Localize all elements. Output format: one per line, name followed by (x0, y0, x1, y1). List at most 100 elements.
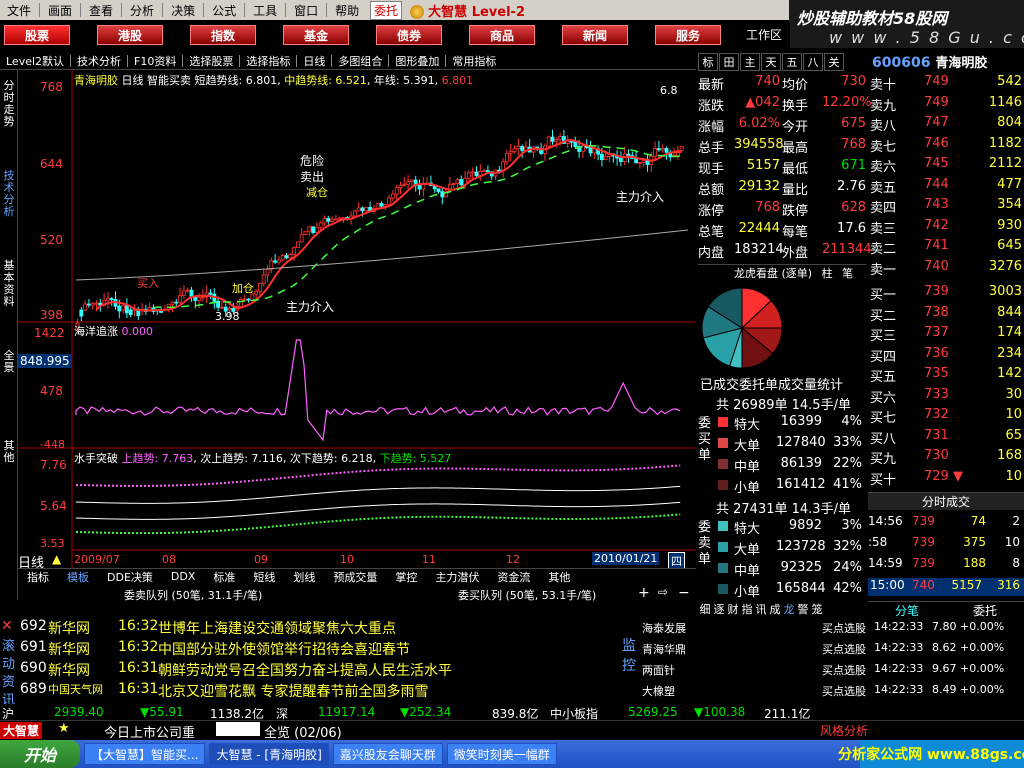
toolbar-overlay[interactable]: 图形叠加 (389, 53, 445, 69)
qtab-grid[interactable]: 田 (719, 53, 739, 71)
subtab-ticks[interactable]: 分笔 (868, 601, 946, 618)
buy-book-row[interactable]: 买七 732 10 (868, 407, 1024, 427)
sell-book-row[interactable]: 卖六 745 2112 (868, 156, 1024, 176)
taskbar-item[interactable]: 大智慧 - [青海明胶] (209, 743, 329, 765)
sell-book-row[interactable]: 卖一 740 3276 (868, 259, 1024, 279)
btab-short[interactable]: 短线 (244, 569, 284, 585)
toolbar-f10[interactable]: F10资料 (128, 53, 182, 69)
tab-news[interactable]: 新闻 (562, 25, 628, 45)
sell-book-row[interactable]: 卖七 746 1182 (868, 136, 1024, 156)
vtab-other[interactable]: 其他 (1, 440, 17, 464)
btab-dde[interactable]: DDE决策 (98, 569, 162, 585)
btab-draw[interactable]: 划线 (284, 569, 324, 585)
longhu-tab-stroke[interactable]: 笔 (842, 267, 853, 280)
buy-book-row[interactable]: 买九 730 168 (868, 448, 1024, 468)
menu-formula[interactable]: 公式 (205, 2, 243, 19)
news-title[interactable]: 北京又迎雪花飘 专家提醒春节前全国多雨雪 (158, 681, 428, 701)
btab-indicator[interactable]: 指标 (18, 569, 58, 585)
subtab-orders[interactable]: 委托 (946, 601, 1024, 618)
qtab-main[interactable]: 主 (740, 53, 760, 71)
work-area-button[interactable]: 工作区 (746, 26, 782, 43)
qtab-related[interactable]: 关 (824, 53, 844, 71)
sell-book-row[interactable]: 卖三 742 930 (868, 218, 1024, 238)
menu-view[interactable]: 查看 (82, 2, 120, 19)
qtab-day[interactable]: 天 (761, 53, 781, 71)
btab-money-flow[interactable]: 资金流 (488, 569, 539, 585)
taskbar-item[interactable]: 微笑时刻美一幅群 (446, 743, 557, 765)
order-button[interactable]: 委托 (370, 0, 403, 20)
sell-book-row[interactable]: 卖二 741 645 (868, 238, 1024, 258)
menu-help[interactable]: 帮助 (328, 2, 366, 19)
taskbar-item[interactable]: 嘉兴股友会聊天群 (332, 743, 443, 765)
menu-screen[interactable]: 画面 (41, 2, 79, 19)
btab-control[interactable]: 掌控 (386, 569, 426, 585)
alert-name[interactable]: 大橡塑 (642, 683, 675, 699)
dtab-dragon[interactable]: 龙 (782, 601, 796, 617)
toolbar-level2-default[interactable]: Level2默认 (0, 53, 70, 69)
toolbar-daily[interactable]: 日线 (297, 53, 331, 69)
menu-decision[interactable]: 决策 (164, 2, 202, 19)
start-button[interactable]: 开始 (0, 740, 80, 768)
buy-book-row[interactable]: 买八 731 65 (868, 428, 1024, 448)
dtab-finance[interactable]: 财 (726, 601, 740, 617)
dtab-detail[interactable]: 细 (698, 601, 712, 617)
qtab-five[interactable]: 五 (782, 53, 802, 71)
sell-book-row[interactable]: 卖五 744 477 (868, 177, 1024, 197)
tab-index[interactable]: 指数 (190, 25, 256, 45)
vtab-fundamentals[interactable]: 基本资料 (1, 260, 17, 308)
menu-tools[interactable]: 工具 (246, 2, 284, 19)
alert-name[interactable]: 海泰发展 (642, 620, 686, 636)
dtab-cage[interactable]: 笼 (810, 601, 824, 617)
toolbar-common-indicators[interactable]: 常用指标 (446, 53, 502, 69)
alert-name[interactable]: 青海华鼎 (642, 641, 686, 657)
candlestick-chart-area[interactable]: 青海明胶 日线 智能买卖 短趋势线: 6.801, 中趋势线: 6.521, 年… (18, 70, 696, 600)
btab-pre-volume[interactable]: 预成交量 (324, 569, 386, 585)
btab-template[interactable]: 模板 (58, 569, 98, 585)
sell-book-row[interactable]: 卖四 743 354 (868, 197, 1024, 217)
toolbar-select-stock[interactable]: 选择股票 (183, 53, 239, 69)
btab-main-lurk[interactable]: 主力潜伏 (426, 569, 488, 585)
dtab-news[interactable]: 讯 (754, 601, 768, 617)
dtab-deal[interactable]: 成 (768, 601, 782, 617)
btab-ddx[interactable]: DDX (162, 570, 204, 583)
buy-book-row[interactable]: 买二 738 844 (868, 305, 1024, 325)
news-title[interactable]: 中国部分驻外使领馆举行招待会喜迎春节 (158, 639, 410, 659)
menu-window[interactable]: 窗口 (287, 2, 325, 19)
tab-bonds[interactable]: 债券 (376, 25, 442, 45)
toolbar-select-indicator[interactable]: 选择指标 (240, 53, 296, 69)
toolbar-multi-chart[interactable]: 多图组合 (332, 53, 388, 69)
sell-book-row[interactable]: 卖九 749 1146 (868, 95, 1024, 115)
taskbar-item[interactable]: 【大智慧】智能买... (84, 743, 206, 765)
tab-services[interactable]: 服务 (655, 25, 721, 45)
sell-book-row[interactable]: 卖八 747 804 (868, 115, 1024, 135)
news-title[interactable]: 朝鲜劳动党号召全国努力奋斗提高人民生活水平 (158, 660, 452, 680)
buy-book-row[interactable]: 买十 729 ▼ 10 (868, 469, 1024, 489)
btab-standard[interactable]: 标准 (204, 569, 244, 585)
add-icon[interactable]: + (638, 585, 650, 601)
arrow-icon[interactable]: ⇨ (658, 585, 668, 599)
vtab-tech-analysis[interactable]: 技术分析 (1, 170, 17, 218)
minimize-icon[interactable]: − (678, 585, 690, 601)
qtab-mark[interactable]: 标 (698, 53, 718, 71)
dtab-index[interactable]: 指 (740, 601, 754, 617)
tab-commodities[interactable]: 商品 (469, 25, 535, 45)
tab-funds[interactable]: 基金 (283, 25, 349, 45)
buy-book-row[interactable]: 买一 739 3003 (868, 284, 1024, 304)
tab-stocks[interactable]: 股票 (4, 25, 70, 45)
btab-other[interactable]: 其他 (539, 569, 579, 585)
ticker-input[interactable] (216, 722, 260, 736)
vtab-intraday[interactable]: 分时走势 (1, 80, 17, 128)
toolbar-tech-analysis[interactable]: 技术分析 (71, 53, 127, 69)
buy-book-row[interactable]: 买六 733 30 (868, 387, 1024, 407)
dtab-each[interactable]: 逐 (712, 601, 726, 617)
vtab-panorama[interactable]: 全景 (1, 350, 17, 374)
dtab-alert[interactable]: 警 (796, 601, 810, 617)
news-title[interactable]: 世博年上海建设交通领域聚焦六大重点 (158, 618, 396, 638)
alert-name[interactable]: 两面针 (642, 662, 675, 678)
buy-book-row[interactable]: 买四 736 234 (868, 346, 1024, 366)
menu-file[interactable]: 文件 (0, 2, 38, 19)
news-close-icon[interactable]: ✕ (1, 618, 13, 634)
buy-book-row[interactable]: 买三 737 174 (868, 325, 1024, 345)
sell-book-row[interactable]: 卖十 749 542 (868, 74, 1024, 94)
longhu-tab-bar[interactable]: 柱 (822, 267, 833, 280)
